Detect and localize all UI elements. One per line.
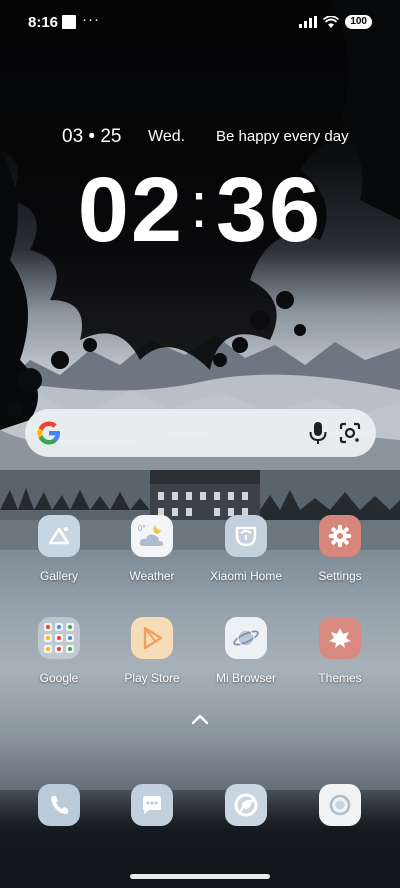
app-label: Google (39, 671, 79, 685)
dock-camera[interactable] (295, 784, 385, 826)
messages-icon (131, 784, 173, 826)
notification-icon (62, 15, 76, 29)
google-search-bar[interactable] (25, 409, 376, 457)
app-label: Mi Browser (215, 671, 276, 685)
app-label: Settings (318, 569, 362, 583)
xiaomi-home-icon (225, 515, 267, 557)
clock-widget-date-row[interactable]: 03 • 25 Wed. Be happy every day (0, 126, 400, 150)
dock-messages[interactable] (107, 784, 197, 826)
weather-icon: 0° (131, 515, 173, 557)
dock-phone[interactable] (14, 784, 104, 826)
widget-weekday: Wed. (148, 128, 186, 145)
camera-icon (319, 784, 361, 826)
more-notifications-icon: ··· (82, 11, 100, 28)
chrome-icon (225, 784, 267, 826)
wifi-icon (323, 16, 340, 28)
app-label: Themes (318, 671, 362, 685)
app-google-folder[interactable]: Google (14, 617, 104, 685)
themes-icon (319, 617, 361, 659)
app-label: Play Store (124, 671, 180, 685)
clock-hour: 02 (77, 159, 185, 261)
google-lens-icon[interactable] (338, 421, 362, 445)
app-gallery[interactable]: Gallery (14, 515, 104, 583)
gallery-icon (38, 515, 80, 557)
status-indicators: 100 (299, 14, 372, 30)
svg-text:0°: 0° (138, 524, 146, 533)
settings-gear-icon (319, 515, 361, 557)
clock-separator: : (190, 169, 210, 241)
clock-minute: 36 (215, 159, 323, 261)
app-label: Xiaomi Home (209, 569, 283, 583)
app-xiaomi-home[interactable]: Xiaomi Home (201, 515, 291, 583)
app-themes[interactable]: Themes (295, 617, 385, 685)
phone-icon (38, 784, 80, 826)
google-g-icon (37, 421, 60, 445)
app-label: Weather (129, 569, 175, 583)
microphone-icon[interactable] (307, 421, 329, 445)
gesture-home-bar[interactable] (130, 874, 270, 879)
battery-icon: 100 (345, 15, 372, 29)
app-mi-browser[interactable]: Mi Browser (201, 617, 291, 685)
widget-motto: Be happy every day (216, 128, 349, 145)
clock-widget-time[interactable]: 02:36 (0, 164, 400, 265)
status-bar: 8:16 ··· 100 (0, 0, 400, 44)
app-weather[interactable]: 0° Weather (107, 515, 197, 583)
app-label: Gallery (39, 569, 78, 583)
play-store-icon (131, 617, 173, 659)
google-folder-icon (38, 617, 80, 659)
app-settings[interactable]: Settings (295, 515, 385, 583)
status-time: 8:16 (28, 14, 59, 31)
dock-chrome[interactable] (201, 784, 291, 826)
widget-date: 03 • 25 (62, 126, 122, 147)
mi-browser-icon (225, 617, 267, 659)
app-drawer-chevron-up-icon[interactable] (190, 712, 210, 726)
signal-icon (299, 16, 318, 28)
app-play-store[interactable]: Play Store (107, 617, 197, 685)
